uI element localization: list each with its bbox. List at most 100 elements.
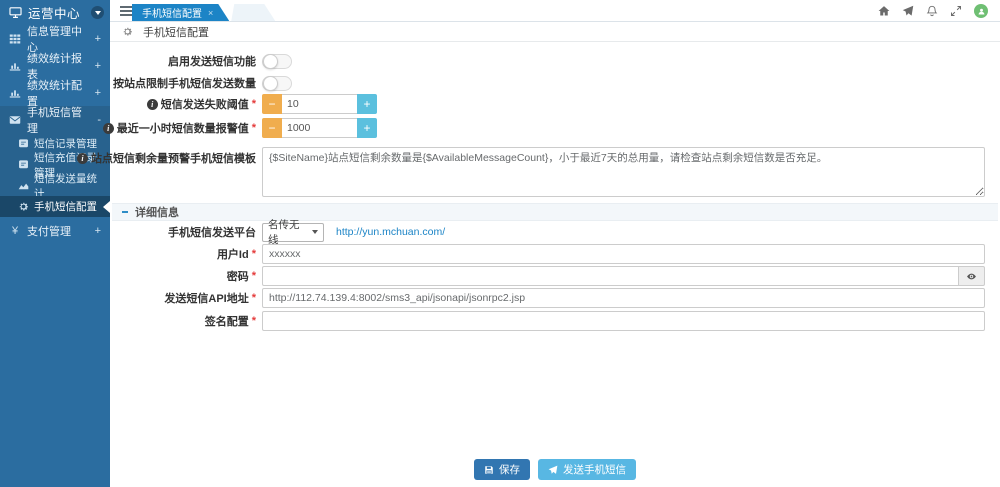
sidebar-subitem-send-volume-stats[interactable]: 短信发送量统计 [0, 175, 110, 196]
send-plane-icon[interactable] [902, 5, 914, 17]
avatar[interactable] [974, 4, 988, 18]
page-title: 手机短信配置 [143, 24, 209, 40]
fail-threshold-label: 短信发送失败阈值 * [110, 96, 262, 112]
expand-plus-icon: + [95, 87, 101, 99]
template-label: 站点短信剩余量预警手机短信模板 [110, 147, 262, 166]
password-group [262, 266, 985, 286]
bar-chart-icon [9, 87, 21, 99]
row-hour-alarm: 最近一小时短信数量报警值 * − + [110, 117, 985, 139]
sidebar-item-label: 手机短信管理 [27, 104, 91, 136]
yen-icon [9, 225, 21, 237]
save-icon [484, 465, 494, 475]
row-limit-by-site: 按站点限制手机短信发送数量 [110, 72, 985, 94]
message-icon [18, 138, 29, 149]
required-mark: * [252, 316, 256, 327]
platform-label: 手机短信发送平台 [110, 224, 262, 240]
user-id-label: 用户Id * [110, 246, 262, 262]
action-buttons: 保存 发送手机短信 [110, 459, 1000, 480]
fullscreen-icon[interactable] [950, 5, 962, 17]
platform-select[interactable]: 名传无线 [262, 223, 324, 242]
minus-button[interactable]: − [262, 118, 282, 138]
row-signature: 签名配置 * [110, 311, 985, 331]
sidebar-collapse-button[interactable] [91, 6, 104, 19]
sidebar-subitem-sms-config[interactable]: 手机短信配置 [0, 196, 110, 217]
plus-button[interactable]: + [357, 94, 377, 114]
ghost-tab [231, 4, 275, 21]
row-fail-threshold: 短信发送失败阈值 * − + [110, 93, 985, 115]
template-textarea[interactable]: {$SiteName}站点短信剩余数量是{$AvailableMessageCo… [262, 147, 985, 197]
main-area: 手机短信配置 × 手机短信配置 [110, 0, 1000, 487]
form-content: 启用发送短信功能 按站点限制手机短信发送数量 短信发送失败阈值 * − + 最近… [110, 43, 1000, 487]
app-title: 运营中心 [28, 3, 80, 22]
plus-button[interactable]: + [357, 118, 377, 138]
expand-plus-icon: + [95, 60, 101, 72]
sidebar-item-perf-config[interactable]: 绩效统计配置 + [0, 79, 110, 106]
collapse-dash-icon [122, 211, 128, 213]
enable-sms-toggle[interactable] [262, 54, 292, 69]
tab-sms-config[interactable]: 手机短信配置 × [132, 4, 229, 21]
expand-plus-icon: + [95, 225, 101, 237]
sidebar-item-label: 支付管理 [27, 223, 71, 239]
row-api-url: 发送短信API地址 * [110, 288, 985, 308]
hour-alarm-stepper: − + [262, 118, 380, 138]
fail-threshold-stepper: − + [262, 94, 380, 114]
minus-button[interactable]: − [262, 94, 282, 114]
sidebar-header: 运营中心 [0, 0, 110, 25]
limit-by-site-toggle[interactable] [262, 76, 292, 91]
platform-selected-value: 名传无线 [268, 217, 308, 247]
send-sms-button[interactable]: 发送手机短信 [538, 459, 636, 480]
platform-link[interactable]: http://yun.mchuan.com/ [336, 226, 445, 238]
tab-label: 手机短信配置 [142, 5, 202, 20]
user-id-input[interactable] [262, 244, 985, 264]
enable-sms-label: 启用发送短信功能 [110, 53, 262, 69]
paper-plane-icon [548, 465, 558, 475]
sidebar-item-info-center[interactable]: 信息管理中心 + [0, 25, 110, 52]
eye-icon[interactable] [959, 266, 985, 286]
sidebar-item-sms-management[interactable]: 手机短信管理 - [0, 106, 110, 133]
detail-section-header[interactable]: 详细信息 [112, 203, 998, 221]
row-password: 密码 * [110, 266, 985, 286]
save-button[interactable]: 保存 [474, 459, 530, 480]
info-icon [103, 123, 114, 134]
tab-bar: 手机短信配置 × [110, 0, 1000, 22]
info-icon [147, 99, 158, 110]
hour-alarm-label: 最近一小时短信数量报警值 * [110, 120, 262, 136]
expand-plus-icon: + [95, 33, 101, 45]
sidebar-toggle-icon[interactable] [120, 6, 133, 18]
tab-close-icon[interactable]: × [208, 8, 213, 18]
required-mark: * [252, 123, 256, 134]
panel-header: 手机短信配置 [110, 22, 1000, 42]
signature-input[interactable] [262, 311, 985, 331]
password-label: 密码 * [110, 268, 262, 284]
sidebar: 运营中心 信息管理中心 + 绩效统计报表 + 绩效统计配置 + 手机短信管理 - [0, 0, 110, 487]
message-icon [18, 159, 29, 170]
bar-chart-icon [9, 60, 21, 72]
gear-icon [18, 201, 29, 212]
active-item-notch [103, 201, 110, 213]
row-platform: 手机短信发送平台 名传无线 http://yun.mchuan.com/ [110, 222, 985, 242]
required-mark: * [252, 271, 256, 282]
required-mark: * [252, 249, 256, 260]
hour-alarm-input[interactable] [282, 118, 357, 138]
detail-section-title: 详细信息 [135, 204, 179, 220]
password-input[interactable] [262, 266, 959, 286]
row-template: 站点短信剩余量预警手机短信模板 {$SiteName}站点短信剩余数量是{$Av… [110, 147, 985, 197]
monitor-icon [9, 6, 22, 19]
home-icon[interactable] [878, 5, 890, 17]
signature-label: 签名配置 * [110, 313, 262, 329]
sidebar-subitem-label: 手机短信配置 [34, 199, 97, 214]
sidebar-item-perf-report[interactable]: 绩效统计报表 + [0, 52, 110, 79]
limit-by-site-label: 按站点限制手机短信发送数量 [110, 75, 262, 91]
row-user-id: 用户Id * [110, 244, 985, 264]
info-icon [77, 153, 88, 164]
fail-threshold-input[interactable] [282, 94, 357, 114]
grid-icon [9, 33, 21, 45]
area-chart-icon [18, 180, 29, 191]
chevron-down-icon [312, 230, 318, 234]
api-url-label: 发送短信API地址 * [110, 290, 262, 306]
bell-icon[interactable] [926, 5, 938, 17]
envelope-icon [9, 114, 21, 126]
api-url-input[interactable] [262, 288, 985, 308]
sidebar-item-payment[interactable]: 支付管理 + [0, 217, 110, 244]
row-enable-sms: 启用发送短信功能 [110, 50, 985, 72]
